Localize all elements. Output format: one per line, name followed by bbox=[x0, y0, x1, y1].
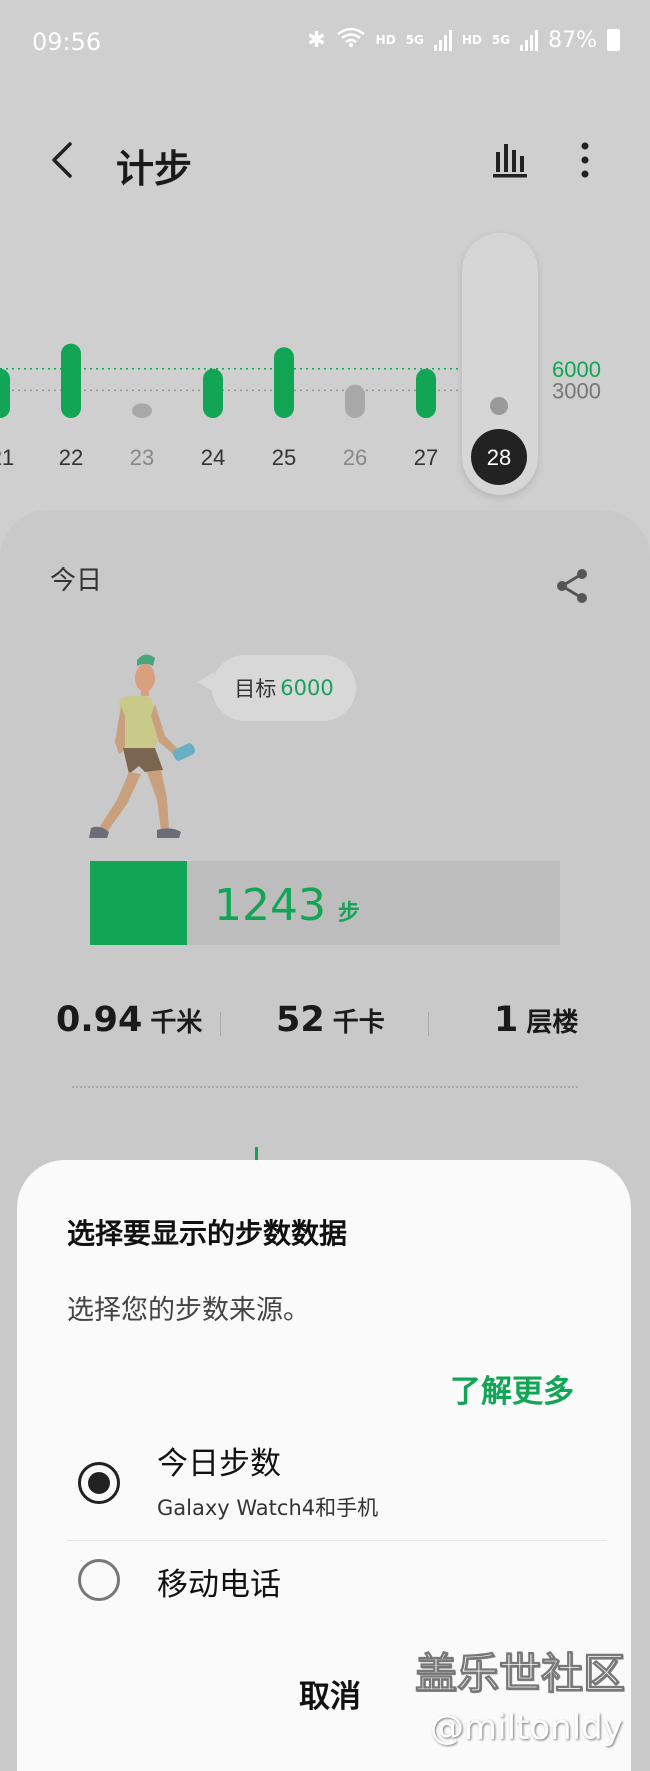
day-bar bbox=[274, 347, 294, 418]
step-count: 1243 步 bbox=[214, 880, 360, 931]
day-label: 22 bbox=[59, 445, 83, 470]
calories-value: 52 bbox=[276, 1000, 325, 1040]
cancel-button[interactable]: 取消 bbox=[280, 1672, 380, 1722]
reference-line-label: 3000 bbox=[552, 378, 601, 403]
day-bar bbox=[490, 397, 508, 415]
option-sublabel: Galaxy Watch4和手机 bbox=[157, 1496, 379, 1520]
distance-value: 0.94 bbox=[56, 1000, 143, 1040]
watermark-logo: 盖乐世社区 bbox=[414, 1649, 626, 1699]
step-count-unit: 步 bbox=[337, 901, 360, 926]
day-label: 28 bbox=[487, 445, 511, 470]
day-label: 21 bbox=[0, 445, 14, 470]
section-divider bbox=[72, 1086, 578, 1088]
floors-stat: 1 层楼 bbox=[494, 1000, 578, 1040]
day-bar bbox=[132, 403, 152, 418]
day-label: 23 bbox=[130, 445, 154, 470]
distance-stat: 0.94 千米 bbox=[56, 1000, 202, 1040]
status-time: 09:56 bbox=[32, 28, 102, 56]
weekly-steps-chart: 600030002122232425262728 bbox=[0, 343, 601, 485]
bar-chart-icon bbox=[493, 144, 527, 178]
today-label: 今日 bbox=[50, 566, 103, 596]
hd-label: HD bbox=[375, 33, 396, 47]
stats-row: 0.94 千米 52 千卡 1 层楼 bbox=[0, 1000, 650, 1060]
calories-unit: 千卡 bbox=[332, 1008, 385, 1038]
watermark-user: @miltonldy bbox=[430, 1708, 623, 1748]
learn-more-link[interactable]: 了解更多 bbox=[450, 1366, 574, 1411]
day-bar bbox=[61, 343, 81, 418]
step-count-value: 1243 bbox=[214, 880, 326, 931]
network-label-2: 5G bbox=[491, 33, 511, 47]
floors-unit: 层楼 bbox=[526, 1008, 579, 1038]
more-options-button[interactable] bbox=[570, 138, 600, 182]
status-bar: 09:56 ✱ HD 5G HD 5G 87% bbox=[0, 0, 650, 90]
radio-mobile-phone[interactable] bbox=[78, 1559, 120, 1601]
option-divider bbox=[67, 1540, 607, 1541]
distance-unit: 千米 bbox=[150, 1008, 203, 1038]
app-bar: 计步 bbox=[0, 120, 650, 210]
bluetooth-icon: ✱ bbox=[307, 27, 326, 53]
battery-icon bbox=[607, 29, 620, 51]
day-bar bbox=[0, 368, 10, 418]
back-arrow-icon bbox=[52, 142, 72, 178]
share-button[interactable] bbox=[552, 566, 592, 606]
stat-separator bbox=[428, 1012, 429, 1036]
day-label: 27 bbox=[414, 445, 438, 470]
dialog-title: 选择要显示的步数数据 bbox=[67, 1217, 348, 1250]
floors-value: 1 bbox=[494, 1000, 519, 1040]
share-icon bbox=[557, 569, 587, 603]
signal-icon-2 bbox=[520, 29, 539, 51]
walking-person-illustration bbox=[89, 654, 196, 838]
option-mobile-phone[interactable]: 移动电话 bbox=[17, 1545, 631, 1615]
day-bar bbox=[345, 384, 365, 418]
status-icons: ✱ HD 5G HD 5G 87% bbox=[307, 26, 620, 54]
day-label: 25 bbox=[272, 445, 296, 470]
calories-stat: 52 千卡 bbox=[276, 1000, 385, 1040]
wifi-icon bbox=[336, 26, 366, 54]
day-label: 24 bbox=[201, 445, 225, 470]
option-label: 移动电话 bbox=[157, 1567, 281, 1603]
goal-bubble: 目标 6000 bbox=[212, 655, 356, 721]
dialog-subtitle: 选择您的步数来源。 bbox=[67, 1295, 310, 1326]
step-progress-fill bbox=[90, 861, 188, 945]
day-label: 26 bbox=[343, 445, 367, 470]
battery-percent: 87% bbox=[548, 27, 597, 53]
trends-button[interactable] bbox=[488, 138, 532, 182]
day-bar bbox=[203, 368, 223, 418]
more-vert-icon bbox=[581, 142, 589, 178]
back-button[interactable] bbox=[42, 138, 86, 182]
goal-value: 6000 bbox=[280, 676, 334, 700]
day-bar bbox=[416, 368, 436, 418]
signal-icon bbox=[433, 29, 452, 51]
option-label: 今日步数 bbox=[157, 1446, 281, 1482]
goal-prefix: 目标 bbox=[234, 677, 277, 701]
radio-today-steps[interactable] bbox=[78, 1462, 120, 1504]
hd-label-2: HD bbox=[461, 33, 482, 47]
page-title: 计步 bbox=[116, 147, 193, 191]
network-label: 5G bbox=[405, 33, 424, 47]
stat-separator bbox=[220, 1012, 221, 1036]
option-today-steps[interactable]: 今日步数 Galaxy Watch4和手机 bbox=[17, 1430, 631, 1540]
